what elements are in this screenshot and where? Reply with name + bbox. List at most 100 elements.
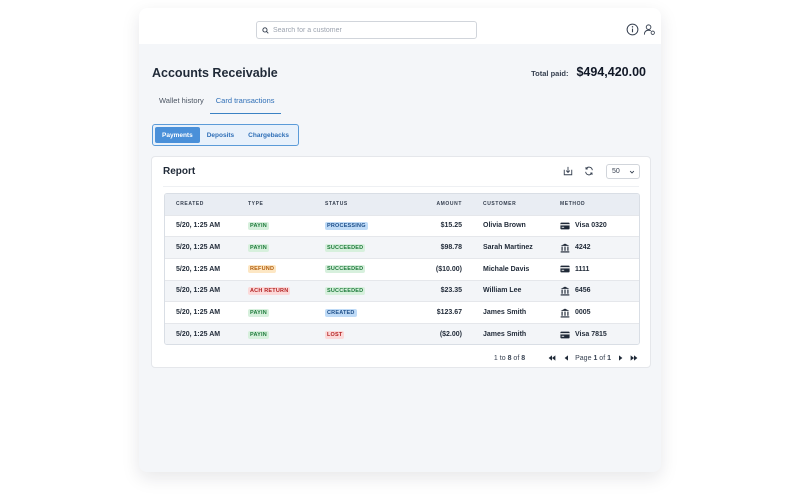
type-cell: PAYIN bbox=[237, 322, 314, 344]
report-table: CREATED TYPE STATUS AMOUNT CUSTOMER METH… bbox=[164, 193, 640, 345]
user-settings-icon[interactable] bbox=[642, 22, 656, 36]
amount-cell: ($2.00) bbox=[404, 322, 472, 344]
subtab-chargebacks[interactable]: Chargebacks bbox=[241, 127, 296, 143]
method-cell: 6456 bbox=[549, 279, 639, 302]
table-row[interactable]: 5/20, 1:25 AM PAYIN LOST ($2.00) James S… bbox=[165, 322, 639, 344]
download-icon[interactable] bbox=[562, 165, 574, 177]
search-input[interactable] bbox=[273, 26, 463, 34]
amount-cell: ($10.00) bbox=[404, 257, 472, 281]
page-size-select[interactable]: 50 bbox=[606, 164, 640, 179]
table-header-row: CREATED TYPE STATUS AMOUNT CUSTOMER METH… bbox=[165, 194, 639, 215]
pagination-page: Page 1 of 1 bbox=[575, 355, 611, 362]
search-icon bbox=[262, 26, 269, 34]
type-badge: PAYIN bbox=[248, 221, 269, 230]
last-page-icon[interactable] bbox=[629, 353, 639, 363]
type-cell: PAYIN bbox=[237, 236, 314, 259]
pagination-range: 1 to 8 of 8 bbox=[494, 355, 525, 362]
customer-cell: Olivia Brown bbox=[472, 214, 549, 237]
tab-wallet-history[interactable]: Wallet history bbox=[153, 96, 210, 114]
status-badge: SUCCEEDED bbox=[325, 286, 366, 295]
tab-card-transactions[interactable]: Card transactions bbox=[209, 96, 281, 114]
table-row[interactable]: 5/20, 1:25 AM PAYIN SUCCEEDED $98.78 Sar… bbox=[165, 236, 639, 259]
customer-cell: Sarah Martinez bbox=[472, 236, 549, 259]
page-word: Page bbox=[575, 354, 592, 362]
report-title: Report bbox=[163, 166, 196, 177]
current-page: 1 bbox=[593, 354, 598, 362]
type-cell: ACH RETURN bbox=[237, 279, 314, 302]
range-to: 8 bbox=[507, 354, 512, 362]
customer-cell: James Smith bbox=[472, 301, 549, 324]
total-paid-label: Total paid: bbox=[531, 69, 569, 78]
created-cell: 5/20, 1:25 AM bbox=[165, 257, 237, 281]
column-header-status[interactable]: STATUS bbox=[314, 194, 404, 215]
status-badge: SUCCEEDED bbox=[325, 265, 366, 274]
method-label: 4242 bbox=[575, 244, 591, 252]
card-icon bbox=[560, 331, 570, 338]
card-icon bbox=[560, 265, 570, 273]
method-cell: 1111 bbox=[549, 257, 639, 281]
bank-icon bbox=[560, 243, 570, 253]
amount-cell: $15.25 bbox=[404, 214, 472, 237]
status-cell: LOST bbox=[314, 322, 404, 344]
search-box[interactable] bbox=[256, 21, 477, 39]
method-cell: Visa 7815 bbox=[549, 322, 639, 344]
first-page-icon[interactable] bbox=[547, 353, 557, 363]
status-cell: SUCCEEDED bbox=[314, 257, 404, 281]
type-cell: PAYIN bbox=[237, 301, 314, 324]
type-badge: ACH RETURN bbox=[248, 286, 291, 295]
column-header-type[interactable]: TYPE bbox=[237, 194, 314, 215]
bank-icon bbox=[560, 308, 570, 318]
range-to-word: to bbox=[499, 354, 506, 362]
table-row[interactable]: 5/20, 1:25 AM PAYIN PROCESSING $15.25 Ol… bbox=[165, 214, 639, 237]
table-row[interactable]: 5/20, 1:25 AM ACH RETURN SUCCEEDED $23.3… bbox=[165, 279, 639, 302]
status-badge: CREATED bbox=[325, 308, 357, 317]
type-cell: REFUND bbox=[237, 257, 314, 281]
table-row[interactable]: 5/20, 1:25 AM REFUND SUCCEEDED ($10.00) … bbox=[165, 257, 639, 281]
previous-page-icon[interactable] bbox=[561, 353, 571, 363]
refresh-icon[interactable] bbox=[583, 165, 595, 177]
method-label: 6456 bbox=[575, 287, 591, 295]
method-cell: Visa 0320 bbox=[549, 214, 639, 237]
range-from: 1 bbox=[493, 354, 498, 362]
status-cell: SUCCEEDED bbox=[314, 236, 404, 259]
type-badge: REFUND bbox=[248, 265, 277, 274]
amount-cell: $23.35 bbox=[404, 279, 472, 302]
amount-cell: $98.78 bbox=[404, 236, 472, 259]
total-paid: Total paid: $494,420.00 bbox=[531, 65, 646, 79]
method-label: Visa 7815 bbox=[575, 331, 607, 339]
range-total: 8 bbox=[521, 354, 526, 362]
status-cell: PROCESSING bbox=[314, 214, 404, 237]
tab-bar: Wallet history Card transactions bbox=[153, 96, 281, 114]
method-label: 1111 bbox=[575, 265, 590, 273]
amount-cell: $123.67 bbox=[404, 301, 472, 324]
column-header-amount[interactable]: AMOUNT bbox=[404, 194, 472, 215]
column-header-customer[interactable]: CUSTOMER bbox=[472, 194, 549, 215]
created-cell: 5/20, 1:25 AM bbox=[165, 301, 237, 324]
subtab-deposits[interactable]: Deposits bbox=[200, 127, 241, 143]
range-of-word: of bbox=[513, 354, 520, 362]
type-badge: PAYIN bbox=[248, 330, 269, 339]
status-badge: PROCESSING bbox=[325, 221, 368, 230]
info-icon[interactable] bbox=[625, 22, 639, 36]
method-cell: 0005 bbox=[549, 301, 639, 324]
bank-icon bbox=[560, 286, 570, 296]
customer-cell: William Lee bbox=[472, 279, 549, 302]
page-title: Accounts Receivable bbox=[152, 66, 278, 80]
table-row[interactable]: 5/20, 1:25 AM PAYIN CREATED $123.67 Jame… bbox=[165, 301, 639, 324]
subtab-group: Payments Deposits Chargebacks bbox=[152, 124, 299, 146]
type-cell: PAYIN bbox=[237, 214, 314, 237]
total-pages: 1 bbox=[607, 354, 611, 362]
customer-cell: James Smith bbox=[472, 322, 549, 344]
created-cell: 5/20, 1:25 AM bbox=[165, 236, 237, 259]
column-header-created[interactable]: CREATED bbox=[165, 194, 237, 215]
pagination: 1 to 8 of 8 Page 1 of 1 bbox=[494, 353, 639, 363]
next-page-icon[interactable] bbox=[615, 353, 625, 363]
column-header-method[interactable]: METHOD bbox=[549, 194, 639, 215]
page-of-word: of bbox=[599, 354, 606, 362]
total-paid-value: $494,420.00 bbox=[576, 65, 646, 79]
created-cell: 5/20, 1:25 AM bbox=[165, 322, 237, 344]
subtab-payments[interactable]: Payments bbox=[155, 127, 200, 143]
created-cell: 5/20, 1:25 AM bbox=[165, 214, 237, 237]
status-cell: CREATED bbox=[314, 301, 404, 324]
status-badge: LOST bbox=[325, 330, 345, 339]
